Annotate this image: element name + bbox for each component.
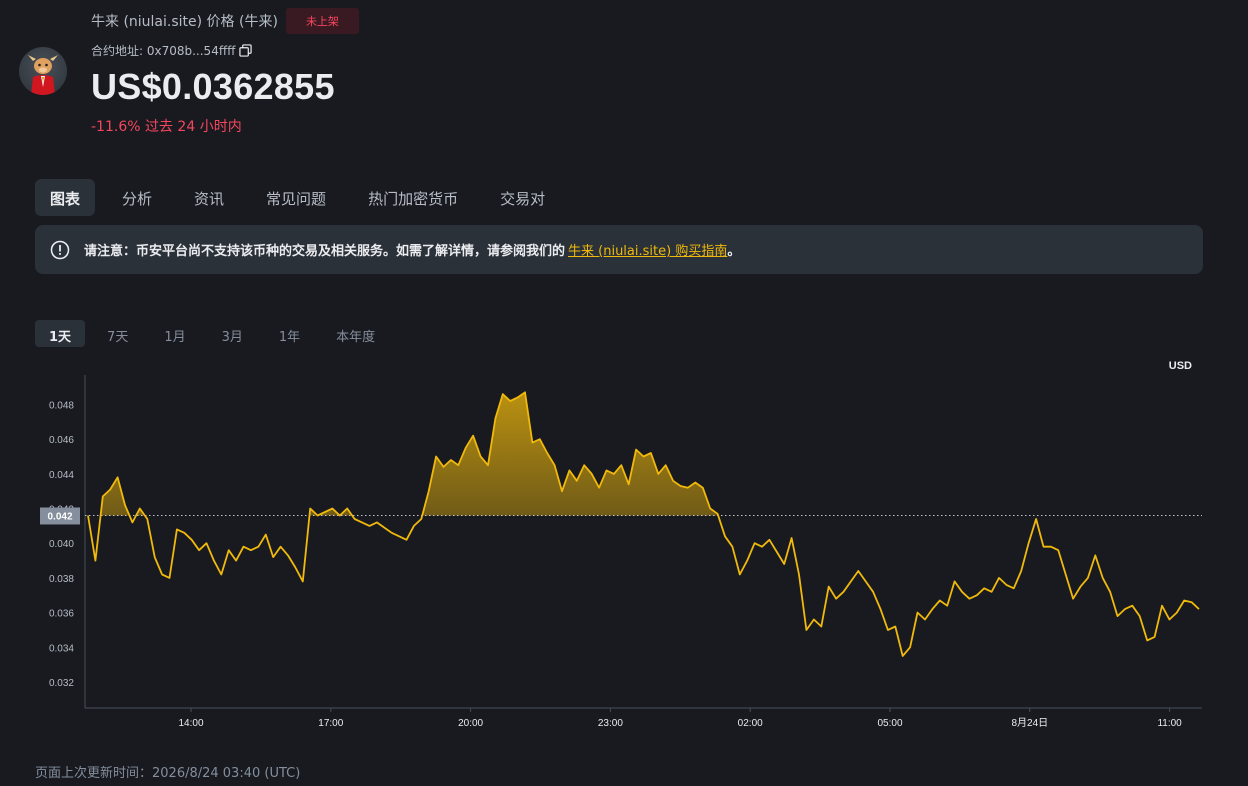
notice-text: 请注意：币安平台尚不支持该币种的交易及相关服务。如需了解详情，请参阅我们的: [84, 244, 566, 259]
range-3m[interactable]: 3月: [208, 320, 257, 347]
price-chart[interactable]: 0.032 0.034 0.036 0.038 0.040 0.042 0.044 0.046…: [0, 355, 1248, 735]
reference-label: 0.042: [47, 511, 72, 522]
status-badge: 未上架: [285, 8, 359, 34]
x-tick-label: 02:00: [738, 718, 763, 729]
tab-news[interactable]: 资讯: [179, 179, 239, 216]
notice-end: 。: [727, 244, 741, 259]
x-tick-label: 11:00: [1157, 718, 1182, 729]
x-tick-label: 17:00: [318, 718, 343, 729]
contract-address-text: 合约地址: 0x708b...54ffff: [91, 44, 236, 58]
x-tick-label: 23:00: [598, 718, 623, 729]
range-1d[interactable]: 1天: [35, 320, 86, 347]
y-tick-label: 0.048: [49, 400, 74, 411]
price-line: [87, 391, 1200, 657]
unit-label: USD: [1169, 360, 1192, 372]
range-1m[interactable]: 1月: [150, 320, 199, 347]
tab-trading-pairs[interactable]: 交易对: [485, 179, 560, 216]
x-tick-label: 05:00: [877, 718, 902, 729]
y-tick-label: 0.032: [49, 678, 74, 689]
x-tick-label: 14:00: [178, 718, 203, 729]
price-change-24h: -11.6% 过去 24 小时内: [91, 119, 242, 135]
y-tick-label: 0.034: [49, 643, 74, 654]
y-tick-label: 0.046: [49, 435, 74, 446]
y-tick-label: 0.044: [49, 470, 74, 481]
tab-analysis[interactable]: 分析: [107, 179, 167, 216]
price-chart-svg: 0.032 0.034 0.036 0.038 0.040 0.042 0.044 0.046…: [40, 360, 1202, 729]
notice-banner: 请注意：币安平台尚不支持该币种的交易及相关服务。如需了解详情，请参阅我们的 牛来…: [35, 225, 1203, 274]
y-tick-label: 0.040: [49, 539, 74, 550]
bull-mascot-icon: [28, 55, 58, 95]
x-tick-label: 8月24日: [1011, 717, 1048, 729]
current-price: US$0.0362855: [91, 66, 335, 107]
info-icon: [50, 240, 70, 259]
copy-icon[interactable]: [239, 44, 253, 57]
area-fill: [88, 392, 1199, 516]
tab-chart[interactable]: 图表: [35, 179, 96, 216]
range-7d[interactable]: 7天: [93, 320, 142, 347]
contract-address: 合约地址: 0x708b...54ffff: [91, 42, 253, 59]
section-tabs: 图表 分析 资讯 常见问题 热门加密货币 交易对: [35, 179, 572, 216]
token-avatar: [19, 47, 67, 95]
title-row: 牛来 (niulai.site) 价格 (牛来) 未上架: [91, 8, 359, 34]
buy-guide-link[interactable]: 牛来 (niulai.site) 购买指南: [568, 240, 727, 259]
x-tick-label: 20:00: [458, 718, 483, 729]
tab-popular-crypto[interactable]: 热门加密货币: [353, 179, 473, 216]
last-updated: 页面上次更新时间：2026/8/24 03:40 (UTC): [35, 766, 301, 781]
tab-faq[interactable]: 常见问题: [251, 179, 341, 216]
range-1y[interactable]: 1年: [265, 320, 314, 347]
range-ytd[interactable]: 本年度: [322, 320, 389, 347]
time-range-selector: 1天 7天 1月 3月 1年 本年度: [35, 320, 397, 347]
y-tick-label: 0.038: [49, 574, 74, 585]
page-title: 牛来 (niulai.site) 价格 (牛来): [91, 14, 278, 30]
y-tick-label: 0.036: [49, 609, 74, 620]
